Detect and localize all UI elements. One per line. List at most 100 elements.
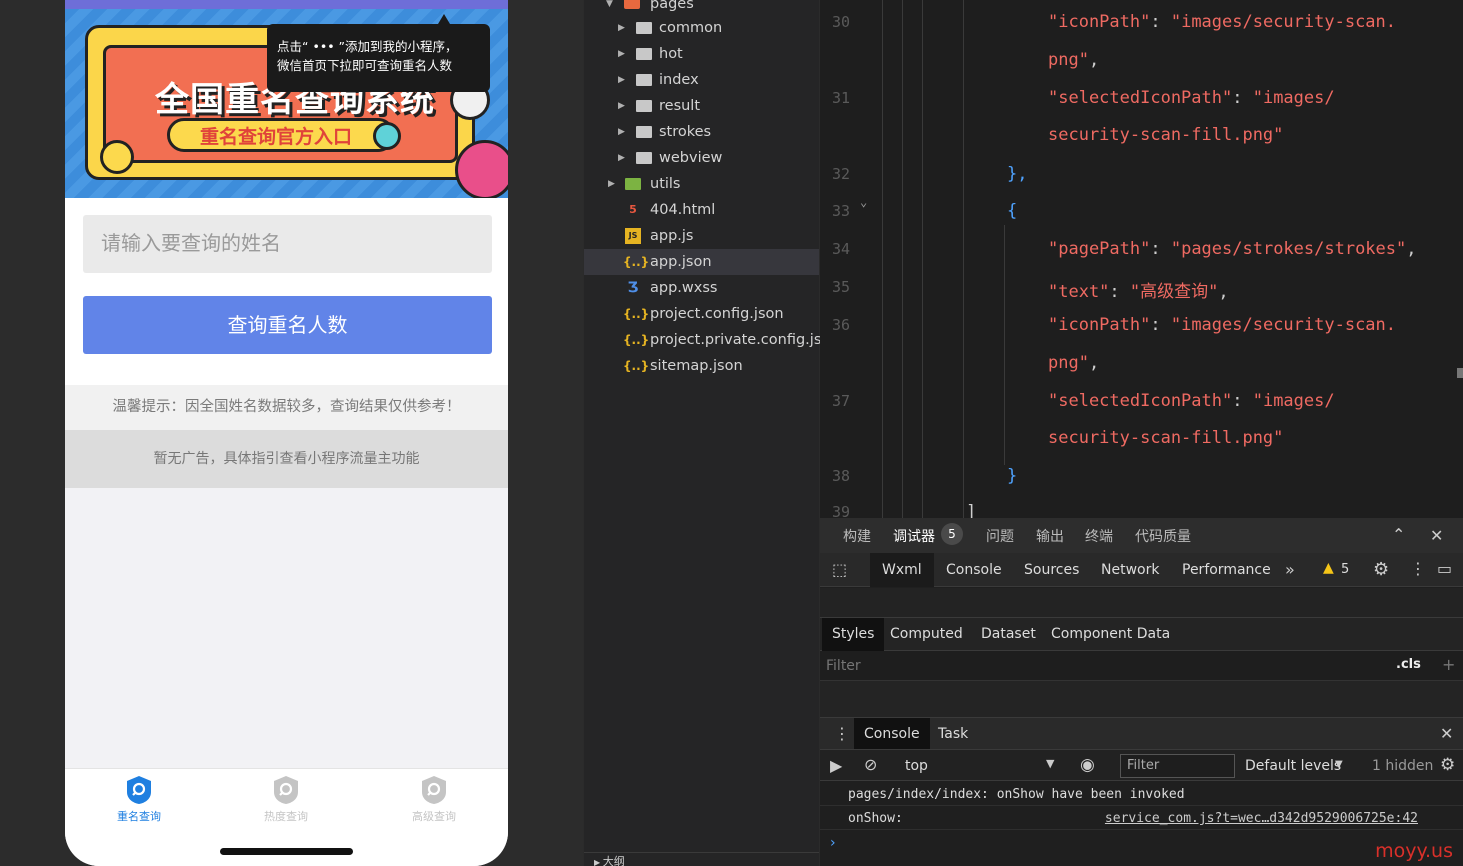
chevron-up-icon[interactable]: ⌃: [1392, 525, 1405, 544]
cls-button[interactable]: .cls: [1396, 657, 1421, 672]
chevron-right-icon: ▶: [618, 23, 625, 33]
folder-icon: [624, 0, 640, 9]
code-line: "pagePath": "pages/strokes/strokes",: [1048, 239, 1417, 259]
tree-item-app-json[interactable]: {..} app.json: [584, 249, 819, 275]
tab-performance[interactable]: Performance: [1170, 553, 1283, 587]
json-key: "selectedIconPath": [1048, 88, 1233, 108]
tab-output[interactable]: 输出: [1036, 526, 1064, 546]
gear-icon[interactable]: ⚙: [1440, 755, 1455, 775]
tree-item-common[interactable]: ▶ common: [584, 15, 819, 41]
line-number: 35: [831, 278, 850, 296]
sidebar-toggle-icon[interactable]: ▶: [830, 756, 842, 775]
tree-item-strokes[interactable]: ▶ strokes: [584, 119, 819, 145]
code-line: {: [1007, 201, 1018, 221]
code-line: "iconPath": "images/security-scan.: [1048, 315, 1397, 335]
inspect-element-icon[interactable]: ⬚: [832, 560, 847, 579]
context-selector[interactable]: top: [905, 750, 928, 782]
log-levels-dropdown[interactable]: Default levels: [1245, 750, 1341, 782]
json-string: security-scan-fill.png": [1048, 428, 1284, 448]
close-icon[interactable]: ✕: [1440, 724, 1453, 743]
styles-content: [820, 681, 1463, 717]
tree-item-project-config[interactable]: {..} project.config.json: [584, 301, 819, 327]
tab-debugger[interactable]: 调试器: [893, 526, 935, 546]
tree-item-project-private-config[interactable]: {..} project.private.config.js...: [584, 327, 835, 353]
tree-item-404-html[interactable]: 5 404.html: [584, 197, 819, 223]
console-filter-input[interactable]: Filter: [1120, 754, 1235, 778]
outline-section-header[interactable]: ▶ 大纲: [584, 852, 819, 866]
indent-guide: [902, 0, 903, 518]
shield-search-icon: [274, 776, 298, 804]
plus-icon[interactable]: +: [1442, 655, 1455, 674]
screen: 全国重名查询系统 重名查询官方入口 点击“ ••• ”添加到我的小程序， 微信首…: [0, 0, 1463, 866]
clear-console-icon[interactable]: ⊘: [864, 755, 877, 774]
code-line: },: [1007, 164, 1028, 184]
indent-guide: [1004, 225, 1005, 465]
tree-item-sitemap-json[interactable]: {..} sitemap.json: [584, 353, 819, 379]
watermark: moyy.us: [1375, 840, 1453, 862]
dock-icon[interactable]: ▭: [1437, 559, 1452, 578]
chevron-down-icon[interactable]: ▼: [1046, 757, 1054, 770]
tab-terminal[interactable]: 终端: [1085, 526, 1113, 546]
tab-problems[interactable]: 问题: [986, 526, 1014, 546]
code-editor[interactable]: 30 31 32 33 34 35 36 37 38 39 ⌄ "iconPat…: [820, 0, 1463, 518]
tab-console[interactable]: Console: [934, 553, 1014, 587]
tab-component-data[interactable]: Component Data: [1041, 618, 1180, 651]
indent-guide: [963, 0, 964, 518]
tab-advanced-query[interactable]: 高级查询: [374, 775, 494, 824]
more-tabs-icon[interactable]: »: [1285, 560, 1295, 579]
folder-icon: [636, 22, 652, 34]
json-string: "images/security-scan.: [1170, 12, 1397, 32]
outline-label: 大纲: [602, 855, 625, 866]
console-prompt[interactable]: ›: [830, 835, 836, 851]
tab-wxml[interactable]: Wxml: [870, 553, 934, 587]
notice-text: 温馨提示：因全国姓名数据较多，查询结果仅供参考！: [65, 385, 508, 430]
more-vertical-icon[interactable]: ⋮: [834, 724, 850, 743]
tab-styles[interactable]: Styles: [822, 618, 885, 651]
chevron-right-icon: ▶: [618, 49, 625, 59]
query-button[interactable]: 查询重名人数: [83, 296, 492, 354]
eye-icon[interactable]: ◉: [1080, 755, 1095, 775]
tab-computed[interactable]: Computed: [880, 618, 973, 651]
close-icon[interactable]: ✕: [1430, 526, 1443, 545]
tree-item-label: app.wxss: [650, 280, 718, 296]
console-log-row: pages/index/index: onShow have been invo…: [820, 783, 1463, 806]
warning-icon[interactable]: ▲: [1323, 560, 1334, 576]
shield-search-icon: [127, 776, 151, 804]
log-source-link[interactable]: service_com.js?t=wec…d342d9529006725e:42: [1105, 807, 1418, 830]
debugger-count-badge: 5: [941, 523, 963, 545]
drawer-tabs: ⋮ Console Task ✕: [820, 717, 1463, 750]
gear-icon[interactable]: ⚙: [1373, 559, 1389, 580]
code-line: security-scan-fill.png": [1048, 125, 1283, 145]
scrollbar-thumb[interactable]: [1457, 368, 1463, 378]
tab-dataset[interactable]: Dataset: [971, 618, 1046, 651]
tree-item-utils[interactable]: ▶ utils: [584, 171, 819, 197]
chevron-down-icon[interactable]: ▼: [1335, 759, 1343, 770]
tree-item-index[interactable]: ▶ index: [584, 67, 819, 93]
tree-item-result[interactable]: ▶ result: [584, 93, 819, 119]
tree-item-app-wxss[interactable]: Ʒ app.wxss: [584, 275, 819, 301]
more-vertical-icon[interactable]: ⋮: [1410, 559, 1426, 578]
tree-item-webview[interactable]: ▶ webview: [584, 145, 819, 171]
tree-item-label: app.json: [650, 254, 712, 270]
tab-hot-query[interactable]: 热度查询: [226, 775, 346, 824]
tree-item-hot[interactable]: ▶ hot: [584, 41, 819, 67]
chevron-right-icon: ▶: [618, 75, 625, 85]
fold-chevron-icon[interactable]: ⌄: [860, 195, 867, 209]
drawer-tab-console[interactable]: Console: [854, 718, 930, 750]
console-log-row: onShow: service_com.js?t=wec…d342d952900…: [820, 807, 1463, 830]
folder-icon: [636, 126, 652, 138]
folder-icon: [636, 100, 652, 112]
banner-image[interactable]: 全国重名查询系统 重名查询官方入口 点击“ ••• ”添加到我的小程序， 微信首…: [65, 0, 508, 198]
bottom-panel-tabs: 构建 调试器 5 问题 输出 终端 代码质量 ⌃ ✕: [820, 518, 1463, 553]
tab-network[interactable]: Network: [1089, 553, 1171, 587]
drawer-tab-task[interactable]: Task: [928, 718, 978, 750]
tab-sources[interactable]: Sources: [1012, 553, 1091, 587]
tab-code-quality[interactable]: 代码质量: [1135, 526, 1191, 546]
styles-filter-input[interactable]: [826, 655, 1376, 677]
hidden-count: 1 hidden: [1372, 758, 1434, 774]
tab-build[interactable]: 构建: [843, 526, 871, 546]
log-text: pages/index/index: onShow have been invo…: [848, 787, 1185, 802]
tree-item-app-js[interactable]: JS app.js: [584, 223, 819, 249]
name-search-input[interactable]: [83, 215, 492, 273]
tab-name-query[interactable]: 重名查询: [79, 775, 199, 824]
